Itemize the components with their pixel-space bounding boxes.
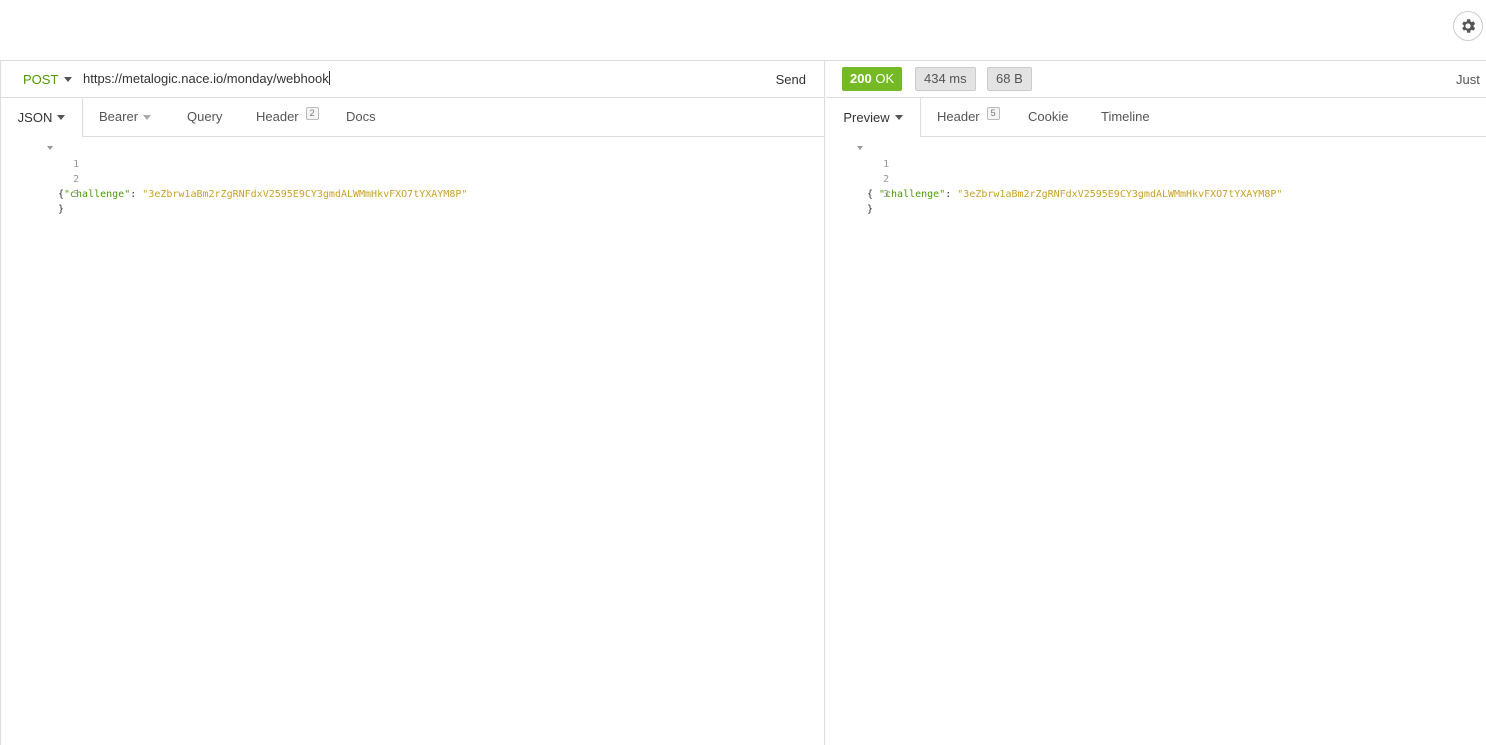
- url-bar: POST https://metalogic.nace.io/monday/we…: [1, 61, 824, 98]
- tab-response-header[interactable]: Header 5: [937, 98, 1000, 136]
- tab-label: Header: [937, 109, 980, 124]
- json-value: "3eZbrw1aBm2rZgRNFdxV2595E9CY3gmdALWMmHk…: [957, 189, 1283, 200]
- tab-preview[interactable]: Preview: [826, 98, 921, 137]
- chevron-down-icon: [894, 115, 903, 120]
- header-count-badge: 5: [986, 106, 1000, 120]
- method-dropdown[interactable]: POST: [23, 72, 73, 87]
- code-line: 1 {: [1, 142, 79, 200]
- tab-label: Bearer: [99, 109, 139, 124]
- status-badge: 200 OK: [842, 67, 903, 91]
- method-label: POST: [23, 72, 59, 87]
- request-pane: POST https://metalogic.nace.io/monday/we…: [0, 61, 825, 745]
- response-status-bar: 200 OK 434 ms 68 B Just: [826, 61, 1486, 98]
- line-number: 1: [883, 159, 890, 170]
- tab-label: Cookie: [1028, 109, 1069, 124]
- response-body-viewer[interactable]: 1 { 2 "challenge": "3eZbrw1aBm2rZgRNFdxV…: [826, 142, 1282, 215]
- chevron-down-icon: [57, 115, 66, 120]
- status-code: 200: [850, 71, 872, 86]
- json-colon: :: [130, 189, 143, 200]
- tab-query[interactable]: Query: [187, 98, 222, 136]
- line-number: 2: [73, 174, 80, 185]
- tab-label: Preview: [843, 109, 890, 125]
- code-line: 2 "challenge": "3eZbrw1aBm2rZgRNFdxV2595…: [826, 157, 1282, 200]
- code-line: 3 }: [826, 172, 889, 215]
- json-colon: :: [945, 189, 958, 200]
- url-input[interactable]: https://metalogic.nace.io/monday/webhook: [83, 71, 330, 86]
- code-line: 2 "challenge": "3eZbrw1aBm2rZgRNFdxV2595…: [1, 157, 467, 200]
- close-brace: }: [867, 204, 874, 215]
- line-number: 3: [73, 189, 80, 200]
- line-number: 3: [883, 189, 890, 200]
- tab-json[interactable]: JSON: [1, 98, 83, 137]
- line-number: 1: [73, 159, 80, 170]
- tab-bearer[interactable]: Bearer: [99, 98, 152, 136]
- response-pane: 200 OK 434 ms 68 B Just Preview Header 5…: [826, 61, 1486, 745]
- chevron-down-icon: [64, 77, 73, 82]
- tab-label: Timeline: [1101, 109, 1150, 124]
- response-timestamp: Just: [1456, 72, 1480, 87]
- response-tabs: Preview Header 5 Cookie Timeline: [826, 98, 1486, 137]
- tab-label: Docs: [346, 109, 376, 124]
- status-text: OK: [875, 71, 895, 86]
- tab-label: Query: [187, 109, 223, 124]
- chevron-down-icon: [143, 114, 152, 120]
- tab-timeline[interactable]: Timeline: [1101, 98, 1150, 136]
- fold-arrow-icon[interactable]: [857, 146, 863, 150]
- fold-arrow-icon[interactable]: [47, 146, 53, 150]
- tab-label: JSON: [17, 109, 53, 125]
- line-number: 2: [883, 174, 890, 185]
- text-cursor: [328, 71, 330, 85]
- tab-cookie[interactable]: Cookie: [1028, 98, 1068, 136]
- send-button[interactable]: Send: [776, 72, 806, 87]
- response-size-badge: 68 B: [987, 67, 1032, 91]
- json-value: "3eZbrw1aBm2rZgRNFdxV2595E9CY3gmdALWMmHk…: [142, 189, 468, 200]
- code-line: 1 {: [826, 142, 889, 200]
- header-count-badge: 2: [305, 106, 319, 120]
- code-line: 3 }: [1, 172, 79, 215]
- json-pair: "challenge": "3eZbrw1aBm2rZgRNFdxV2595E9…: [879, 187, 1282, 202]
- top-bar: [0, 0, 1486, 61]
- json-pair: "challenge": "3eZbrw1aBm2rZgRNFdxV2595E9…: [64, 187, 467, 202]
- request-tabs: JSON Bearer Query Header 2 Docs: [1, 98, 824, 137]
- close-brace: }: [58, 204, 65, 215]
- response-time-badge: 434 ms: [915, 67, 976, 91]
- request-body-editor[interactable]: 1 { 2 "challenge": "3eZbrw1aBm2rZgRNFdxV…: [1, 142, 467, 215]
- tab-header[interactable]: Header 2: [256, 98, 319, 136]
- gear-icon: [1462, 19, 1476, 33]
- settings-button[interactable]: [1453, 11, 1483, 41]
- tab-docs[interactable]: Docs: [346, 98, 376, 136]
- tab-label: Header: [256, 109, 299, 124]
- url-text: https://metalogic.nace.io/monday/webhook: [83, 71, 329, 86]
